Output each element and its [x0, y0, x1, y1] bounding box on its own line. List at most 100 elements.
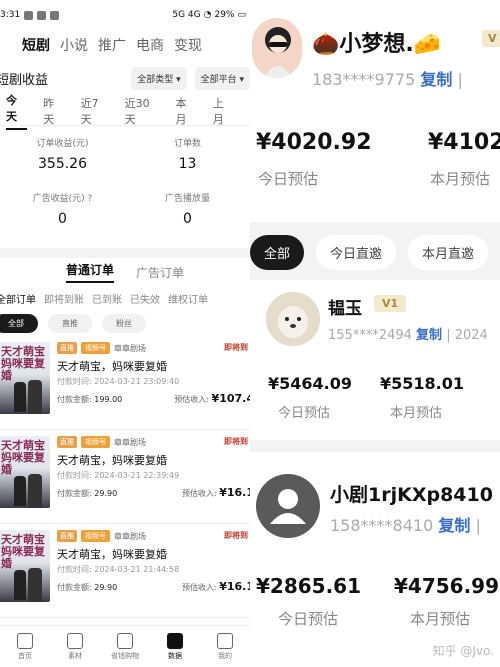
chart-icon — [167, 632, 183, 649]
join-date: | 2024 — [446, 328, 488, 343]
tab-label: 数据 — [168, 651, 182, 660]
member-avatar — [266, 292, 320, 346]
play-icon — [67, 632, 83, 649]
network-indicator: 5G 4G — [172, 10, 201, 20]
member-filter-tabs: 全部 今日直邀 本月直邀 — [250, 232, 500, 272]
drama-thumbnail: 天才萌宝 妈咪要复婚 — [0, 530, 50, 602]
date-tab-7days[interactable]: 近7天 — [81, 95, 109, 127]
chip-fans[interactable]: 粉丝 — [102, 313, 146, 333]
order-income: 预估收入: ¥107.4 — [174, 392, 250, 405]
user-nickname: 🌰小梦想.🧀 — [312, 32, 442, 57]
order-pay: 付款金额: 29.90 — [57, 488, 117, 499]
chip-all[interactable]: 全部 — [0, 313, 38, 333]
tab-data[interactable]: 数据 — [150, 632, 200, 661]
notification-icon — [50, 10, 60, 20]
filter-settled[interactable]: 已到账 — [92, 291, 122, 306]
income-amount: ¥16.1 — [219, 486, 250, 499]
shopping-icon — [117, 632, 133, 649]
order-tags: 直推 视频号 章章剧场 — [57, 436, 146, 448]
tab-profile[interactable]: 我的 — [200, 632, 250, 661]
income-amount: ¥16.1 — [219, 580, 250, 593]
stat-label: 广告播放量 — [164, 194, 210, 204]
order-time: 付款时间: 2024-03-21 21:44:58 — [57, 565, 180, 574]
tab-ad-orders[interactable]: 广告订单 — [136, 264, 184, 281]
date-tab-last-month[interactable]: 上月 — [213, 95, 234, 127]
member-today-label: 今日预估 — [278, 406, 331, 421]
user-icon — [270, 489, 306, 524]
member-today-value: ¥2865.61 — [256, 574, 362, 598]
tab-material[interactable]: 素材 — [50, 632, 100, 661]
order-time: 付款时间: 2024-03-21 22:39:49 — [57, 471, 180, 480]
order-item[interactable]: 天才萌宝 妈咪要复婚 直推 视频号 章章剧场 即将到 天才萌宝，妈咪要复婚 付款… — [0, 336, 250, 430]
dog-avatar-image — [266, 292, 320, 346]
figure — [14, 382, 26, 412]
order-tabs: 普通订单 广告订单 — [0, 258, 250, 286]
platform-filter-dropdown[interactable]: 全部平台 ▾ — [194, 66, 250, 90]
member-month-label: 本月预估 — [390, 406, 443, 421]
tab-normal-orders[interactable]: 普通订单 — [65, 261, 114, 283]
order-item[interactable]: 天才萌宝 妈咪要复婚 直推 视频号 章章剧场 即将到 天才萌宝，妈咪要复婚 付款… — [0, 524, 250, 618]
copy-phone-button[interactable]: 复制 — [420, 70, 452, 89]
order-pay: 付款金额: 199.00 — [57, 394, 122, 405]
tab-monetize[interactable]: 变现 — [174, 35, 202, 55]
phone-number: 155****2494 — [328, 328, 412, 343]
filter-dispute[interactable]: 维权订单 — [168, 291, 208, 306]
month-total-value: ¥4102.4 — [428, 130, 500, 155]
default-avatar — [256, 474, 320, 538]
member-month-label: 本月预估 — [410, 610, 471, 628]
user-phone: 183****9775 复制 | — [312, 66, 463, 90]
pay-label: 付款金额: — [57, 395, 92, 404]
date-tab-month[interactable]: 本月 — [175, 95, 196, 127]
direct-tag: 直推 — [57, 342, 77, 354]
member-phone: 155****2494 复制 | 2024 — [328, 324, 488, 343]
income-label: 预估收入: — [174, 395, 209, 404]
tab-promote[interactable]: 推广 — [98, 35, 126, 55]
filter-today-invite[interactable]: 今日直邀 — [316, 234, 397, 270]
tab-ecommerce[interactable]: 电商 — [136, 35, 164, 55]
copy-phone-button[interactable]: 复制 — [438, 516, 470, 535]
home-icon — [17, 632, 33, 649]
thumbnail-title: 天才萌宝 妈咪要复婚 — [1, 345, 45, 382]
figure — [14, 570, 26, 600]
chip-direct[interactable]: 直推 — [48, 313, 92, 333]
right-screenshot: 🌰小梦想.🧀 V 183****9775 复制 | ¥4020.92 今日预估 … — [250, 0, 500, 667]
order-item[interactable]: 天才萌宝 妈咪要复婚 直推 视频号 章章剧场 即将到 天才萌宝，妈咪要复婚 付款… — [0, 430, 250, 524]
drama-thumbnail: 天才萌宝 妈咪要复婚 — [0, 436, 50, 508]
tab-duanju[interactable]: 短剧 — [22, 35, 50, 55]
copy-phone-button[interactable]: 复制 — [416, 328, 442, 343]
stats-grid: 订单收益(元) 355.26 订单数 13 广告收益(元) ? 0 广告播放量 … — [0, 126, 250, 242]
stat-ad-views: 广告播放量 0 — [125, 187, 250, 242]
member-month-value: ¥5518.01 — [380, 374, 465, 393]
filter-all-orders[interactable]: 全部订单 — [0, 291, 36, 306]
pay-label: 付款金额: — [57, 489, 92, 498]
date-tab-today[interactable]: 今天 — [6, 92, 28, 130]
order-tags: 直推 视频号 章章剧场 — [57, 530, 146, 542]
thumbnail-title: 天才萌宝 妈咪要复婚 — [1, 439, 45, 476]
member-name: 韫玉 — [328, 299, 362, 319]
tab-home[interactable]: 首页 — [0, 632, 50, 661]
type-filter-dropdown[interactable]: 全部类型 ▾ — [131, 66, 187, 90]
filter-pending[interactable]: 即将到账 — [44, 291, 84, 306]
stat-label: 广告收益(元) ? — [32, 194, 93, 204]
date-tab-yesterday[interactable]: 昨天 — [43, 95, 64, 127]
filter-month-invite[interactable]: 本月直邀 — [408, 234, 489, 270]
date-tabs: 今天 昨天 近7天 近30天 本月 上月 — [0, 94, 250, 130]
avatar-illustration — [264, 27, 292, 78]
income-header: 短剧收益 全部类型 ▾ 全部平台 ▾ — [0, 60, 250, 96]
member-month-value: ¥4756.99 — [394, 574, 500, 598]
source-name: 章章剧场 — [114, 531, 146, 541]
tab-label: 省钱购物 — [111, 651, 139, 660]
date-tab-30days[interactable]: 近30天 — [125, 95, 160, 127]
member-card[interactable]: 韫玉 V1 155****2494 复制 | 2024 ¥5464.09 今日预… — [250, 280, 500, 440]
channel-tag: 视频号 — [81, 342, 110, 354]
phone-number: 183****9775 — [312, 70, 416, 89]
tab-novel[interactable]: 小说 — [60, 35, 88, 55]
filter-expired[interactable]: 已失效 — [130, 291, 160, 306]
member-name: 小剧1rjKXp8410 — [330, 484, 493, 506]
tab-label: 我的 — [218, 651, 232, 660]
direct-tag: 直推 — [57, 436, 77, 448]
tab-shopping[interactable]: 省钱购物 — [100, 632, 150, 661]
member-card[interactable]: 小剧1rjKXp8410 158****8410 复制 | ¥2865.61 今… — [250, 452, 500, 667]
filter-all[interactable]: 全部 — [250, 234, 305, 270]
member-today-label: 今日预估 — [278, 610, 339, 628]
